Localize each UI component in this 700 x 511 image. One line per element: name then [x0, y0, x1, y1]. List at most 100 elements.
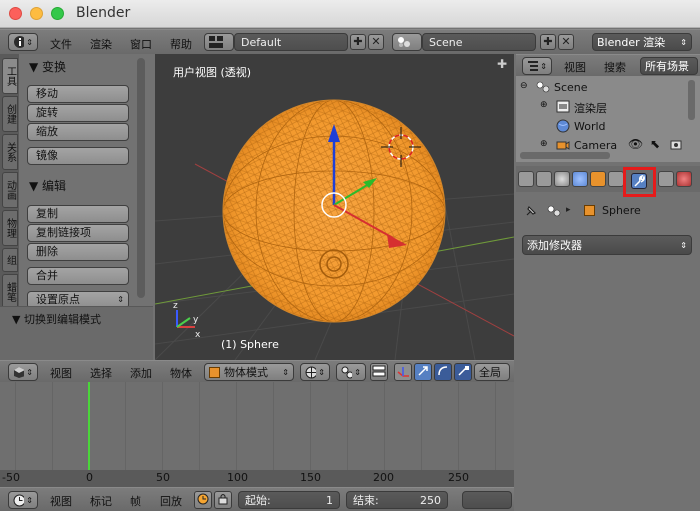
- timeline-view-menu[interactable]: 视图: [50, 493, 72, 509]
- screen-layout-button[interactable]: [204, 33, 234, 51]
- editor-type-outliner-button[interactable]: ⇕: [522, 57, 552, 75]
- menu-help[interactable]: 帮助: [170, 36, 192, 52]
- duplicate-button[interactable]: 复制: [27, 205, 129, 223]
- render-tab-icon[interactable]: [518, 171, 534, 187]
- info-header: ⇕ 文件 渲染 窗口 帮助 Default ✚ ✕ Scene ✚ ✕ Blen…: [0, 29, 700, 54]
- start-frame-field[interactable]: 起始: 1: [238, 491, 340, 509]
- title-bar: Blender: [0, 0, 700, 28]
- tab-relations[interactable]: 关系: [2, 134, 18, 170]
- join-button[interactable]: 合并: [27, 267, 129, 285]
- collapse-icon[interactable]: ⊖: [520, 81, 528, 91]
- tab-group[interactable]: 组: [2, 248, 18, 272]
- minimize-window-button[interactable]: [30, 7, 43, 20]
- delete-button[interactable]: 删除: [27, 243, 129, 261]
- editor-type-timeline-button[interactable]: ⇕: [8, 491, 38, 509]
- render-engine-select[interactable]: Blender 渲染 ⇕: [592, 33, 692, 51]
- outliner-item-camera[interactable]: Camera: [574, 139, 617, 152]
- outliner-search-menu[interactable]: 搜索: [604, 59, 626, 75]
- select-menu[interactable]: 选择: [90, 365, 112, 381]
- outliner-h-scrollbar[interactable]: [520, 152, 610, 159]
- add-modifier-label: 添加修改器: [527, 239, 582, 252]
- mirror-button[interactable]: 镜像: [27, 147, 129, 165]
- modifiers-tab-icon[interactable]: [631, 173, 647, 189]
- preview-range-button[interactable]: [194, 491, 212, 509]
- transform-panel-header[interactable]: ▼ 变换: [29, 58, 66, 75]
- current-frame-line[interactable]: [88, 382, 90, 470]
- render-camera-icon[interactable]: [670, 139, 682, 151]
- add-menu[interactable]: 添加: [130, 365, 152, 381]
- transform-orientation-select[interactable]: 全局: [474, 363, 510, 381]
- tool-shelf-scrollbar[interactable]: [137, 58, 145, 298]
- outliner-item-scene[interactable]: Scene: [554, 81, 588, 94]
- rotate-button[interactable]: 旋转: [27, 104, 129, 122]
- tab-tools[interactable]: 工具: [2, 58, 18, 94]
- editor-type-info-button[interactable]: ⇕: [8, 33, 38, 51]
- current-frame-field[interactable]: [462, 491, 512, 509]
- data-tab-icon[interactable]: [658, 171, 674, 187]
- layout-name-field[interactable]: Default: [234, 33, 348, 51]
- maximize-window-button[interactable]: [51, 7, 64, 20]
- start-frame-label: 起始:: [245, 494, 271, 507]
- delete-layout-button[interactable]: ✕: [368, 34, 384, 50]
- scene-tab-icon[interactable]: [554, 171, 570, 187]
- delete-scene-button[interactable]: ✕: [558, 34, 574, 50]
- menu-window[interactable]: 窗口: [130, 36, 152, 52]
- viewport-shading-select[interactable]: ⇕: [300, 363, 330, 381]
- lock-icon: [218, 494, 228, 505]
- rotate-manipulator-button[interactable]: [434, 363, 452, 381]
- frame-menu[interactable]: 帧: [130, 493, 141, 509]
- view-menu[interactable]: 视图: [50, 365, 72, 381]
- expand-icon[interactable]: ⊕: [540, 100, 548, 110]
- outliner-display-mode-select[interactable]: 所有场景: [640, 57, 698, 75]
- edit-panel-header[interactable]: ▼ 编辑: [29, 177, 66, 194]
- add-modifier-select[interactable]: 添加修改器 ⇕: [522, 235, 692, 255]
- timeline-editor[interactable]: -50 0 50 100 150 200 250: [0, 382, 514, 487]
- selectability-cursor-icon[interactable]: ⬉: [650, 137, 660, 151]
- editor-type-3dview-button[interactable]: ⇕: [8, 363, 38, 381]
- scale-button[interactable]: 缩放: [27, 123, 129, 141]
- outliner-item-render-layers[interactable]: 渲染层: [574, 100, 607, 116]
- object-menu[interactable]: 物体: [170, 365, 192, 381]
- end-frame-field[interactable]: 结束: 250: [346, 491, 448, 509]
- timeline-track-area[interactable]: [0, 382, 514, 470]
- tab-create[interactable]: 创建: [2, 96, 18, 132]
- pivot-point-select[interactable]: ⇕: [336, 363, 366, 381]
- menu-render[interactable]: 渲染: [90, 36, 112, 52]
- last-operator-header[interactable]: ▼ 切换到编辑模式: [12, 311, 101, 327]
- tab-animation[interactable]: 动画: [2, 172, 18, 208]
- move-button[interactable]: 移动: [27, 85, 129, 103]
- pin-icon[interactable]: [524, 204, 538, 218]
- translate-manipulator-button[interactable]: [414, 363, 432, 381]
- tab-grease-pencil[interactable]: 蜡笔: [2, 274, 18, 310]
- outliner-item-world[interactable]: World: [574, 120, 606, 133]
- render-layers-tab-icon[interactable]: [536, 171, 552, 187]
- menu-file[interactable]: 文件: [50, 36, 72, 52]
- add-scene-button[interactable]: ✚: [540, 34, 556, 50]
- close-window-button[interactable]: [9, 7, 22, 20]
- constraints-tab-icon[interactable]: [608, 171, 624, 187]
- tab-physics[interactable]: 物理: [2, 210, 18, 246]
- 3d-viewport[interactable]: y z x 用户视图 (透视) (1) Sphere ✚: [155, 54, 514, 360]
- playback-menu[interactable]: 回放: [160, 493, 182, 509]
- scene-name-field[interactable]: Scene: [422, 33, 536, 51]
- duplicate-linked-button[interactable]: 复制链接项: [27, 224, 129, 242]
- properties-tab-bar: [516, 166, 700, 197]
- material-tab-icon[interactable]: [676, 171, 692, 187]
- world-tab-icon[interactable]: [572, 171, 588, 187]
- marker-menu[interactable]: 标记: [90, 493, 112, 509]
- scale-manipulator-button[interactable]: [454, 363, 472, 381]
- axis-gizmo: y z x: [173, 301, 201, 340]
- add-layout-button[interactable]: ✚: [350, 34, 366, 50]
- outliner-scrollbar[interactable]: [688, 80, 695, 120]
- layers-toggle-button[interactable]: [370, 363, 388, 381]
- viewport-properties-toggle-icon[interactable]: ✚: [497, 58, 511, 72]
- lock-range-button[interactable]: [214, 491, 232, 509]
- object-tab-icon[interactable]: [590, 171, 606, 187]
- outliner[interactable]: ⊖ Scene ⊕ 渲染层 World ⊕ Camera 👁 ⬉: [516, 76, 700, 162]
- visibility-eye-icon[interactable]: 👁: [628, 137, 643, 151]
- interaction-mode-select[interactable]: 物体模式 ⇕: [204, 363, 294, 381]
- expand-icon[interactable]: ⊕: [540, 139, 548, 149]
- manipulator-toggle-button[interactable]: [394, 363, 412, 381]
- scene-selector-button[interactable]: [392, 33, 422, 51]
- outliner-view-menu[interactable]: 视图: [564, 59, 586, 75]
